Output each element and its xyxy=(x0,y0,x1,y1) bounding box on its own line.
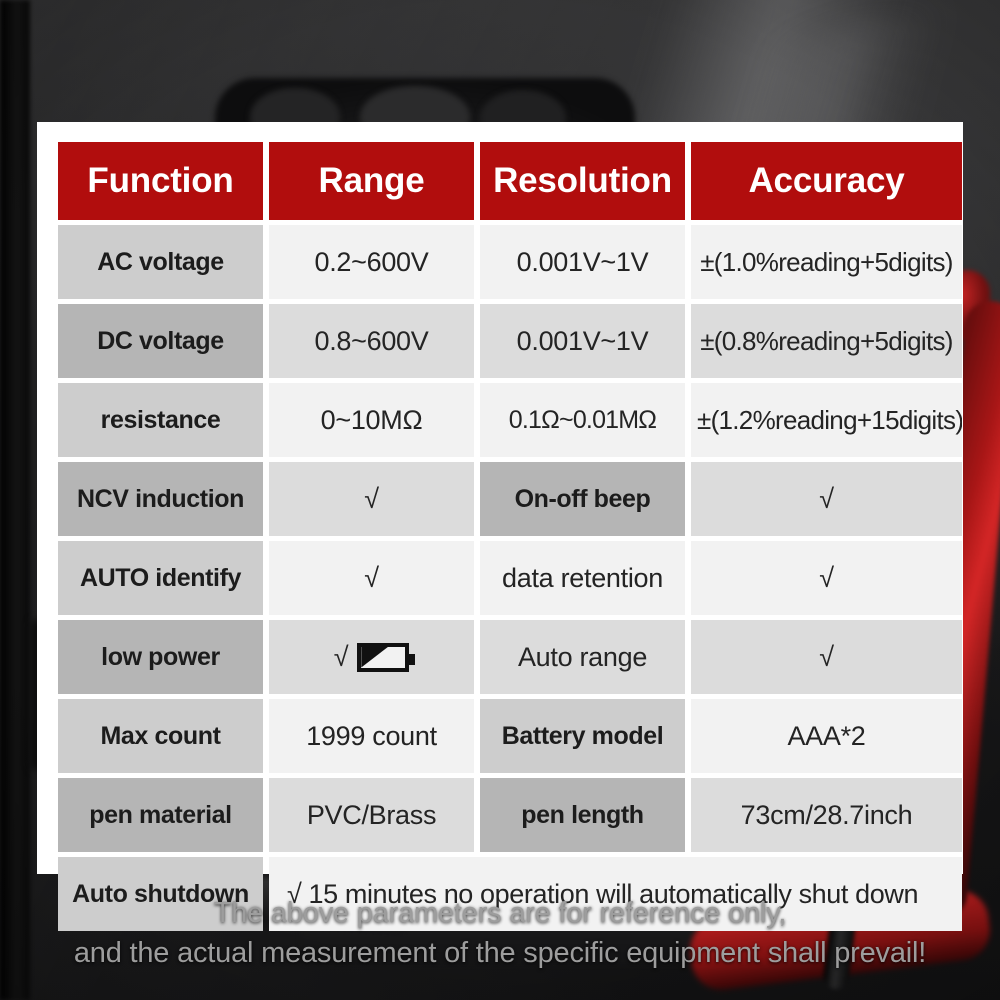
row-label-pen-material: pen material xyxy=(58,778,263,852)
cell-resolution-dc-voltage: 0.001V~1V xyxy=(480,304,685,378)
cell-range-pen-material: PVC/Brass xyxy=(269,778,474,852)
cell-resolution-pen-length: pen length xyxy=(480,778,685,852)
cell-range-ac-voltage: 0.2~600V xyxy=(269,225,474,299)
row-label-max-count: Max count xyxy=(58,699,263,773)
column-header-accuracy: Accuracy xyxy=(691,142,962,220)
column-header-function: Function xyxy=(58,142,263,220)
table-row: Max count 1999 count Battery model AAA*2 xyxy=(58,699,962,773)
table-row: DC voltage 0.8~600V 0.001V~1V ±(0.8%read… xyxy=(58,304,962,378)
cell-resolution-battery-model: Battery model xyxy=(480,699,685,773)
cell-range-dc-voltage: 0.8~600V xyxy=(269,304,474,378)
cell-resolution-resistance: 0.1Ω~0.01MΩ xyxy=(480,383,685,457)
cell-range-max-count: 1999 count xyxy=(269,699,474,773)
cell-range-resistance: 0~10MΩ xyxy=(269,383,474,457)
cell-resolution-data-retention: data retention xyxy=(480,541,685,615)
table-row: resistance 0~10MΩ 0.1Ω~0.01MΩ ±(1.2%read… xyxy=(58,383,962,457)
column-header-resolution: Resolution xyxy=(480,142,685,220)
cell-accuracy-dc-voltage: ±(0.8%reading+5digits) xyxy=(691,304,962,378)
column-header-range: Range xyxy=(269,142,474,220)
cell-resolution-auto-range: Auto range xyxy=(480,620,685,694)
cell-accuracy-pen-length-value: 73cm/28.7inch xyxy=(691,778,962,852)
table-row: AC voltage 0.2~600V 0.001V~1V ±(1.0%read… xyxy=(58,225,962,299)
row-label-resistance: resistance xyxy=(58,383,263,457)
cell-accuracy-ac-voltage: ±(1.0%reading+5digits) xyxy=(691,225,962,299)
cell-accuracy-auto-identify-check: √ xyxy=(691,541,962,615)
table-row: AUTO identify √ data retention √ xyxy=(58,541,962,615)
row-label-auto-shutdown: Auto shutdown xyxy=(58,857,263,931)
cell-accuracy-resistance: ±(1.2%reading+15digits) xyxy=(691,383,962,457)
table-row: pen material PVC/Brass pen length 73cm/2… xyxy=(58,778,962,852)
row-label-dc-voltage: DC voltage xyxy=(58,304,263,378)
table-row: low power √ Auto range √ xyxy=(58,620,962,694)
cell-accuracy-ncv-check: √ xyxy=(691,462,962,536)
cell-range-auto-identify-check: √ xyxy=(269,541,474,615)
table-header: Function Range Resolution Accuracy xyxy=(58,142,962,220)
cell-range-ncv-check: √ xyxy=(269,462,474,536)
row-label-auto-identify: AUTO identify xyxy=(58,541,263,615)
check-icon: √ xyxy=(333,641,349,672)
row-label-ac-voltage: AC voltage xyxy=(58,225,263,299)
table-row: NCV induction √ On-off beep √ xyxy=(58,462,962,536)
cell-resolution-ac-voltage: 0.001V~1V xyxy=(480,225,685,299)
cell-range-low-power: √ xyxy=(269,620,474,694)
cell-resolution-on-off-beep: On-off beep xyxy=(480,462,685,536)
row-label-ncv-induction: NCV induction xyxy=(58,462,263,536)
cell-accuracy-battery-type: AAA*2 xyxy=(691,699,962,773)
specification-card: Function Range Resolution Accuracy AC vo… xyxy=(37,122,963,931)
header-row: Function Range Resolution Accuracy xyxy=(58,142,962,220)
specification-table: Function Range Resolution Accuracy AC vo… xyxy=(52,137,968,936)
cell-auto-shutdown-description: √ 15 minutes no operation will automatic… xyxy=(269,857,962,931)
table-row-auto-shutdown: Auto shutdown √ 15 minutes no operation … xyxy=(58,857,962,931)
table-body: AC voltage 0.2~600V 0.001V~1V ±(1.0%read… xyxy=(58,225,962,931)
cell-accuracy-low-power-check: √ xyxy=(691,620,962,694)
row-label-low-power: low power xyxy=(58,620,263,694)
low-battery-icon xyxy=(357,642,416,672)
